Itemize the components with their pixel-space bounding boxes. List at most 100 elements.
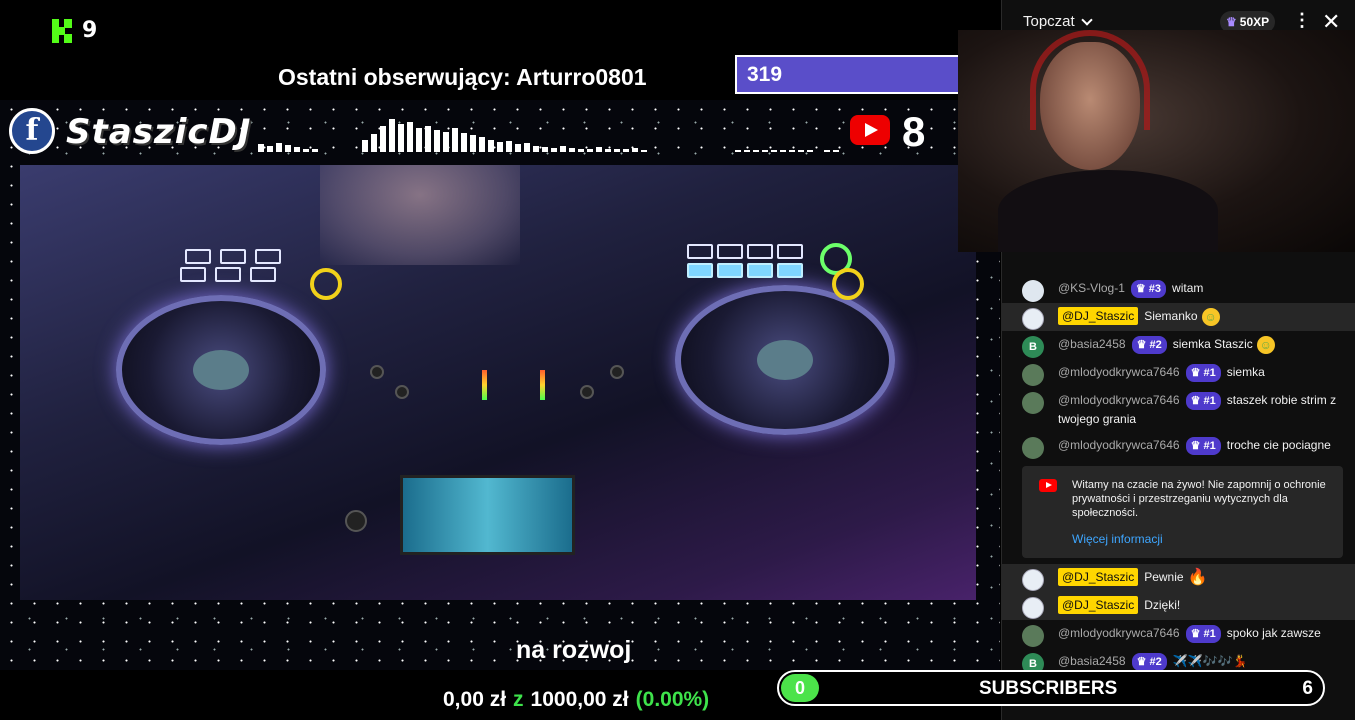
smiley-icon: ☺ (1201, 307, 1220, 326)
youtube-icon (850, 115, 890, 145)
message-text: siemka (1226, 365, 1265, 379)
brand-logo-text: StaszicDJ (66, 112, 252, 152)
rank-badge: ♛ #1 (1185, 392, 1221, 410)
author-name[interactable]: @KS-Vlog-1 (1058, 281, 1125, 295)
author-name[interactable]: @basia2458 (1058, 337, 1126, 351)
message-text: Siemanko (1144, 309, 1198, 323)
facebook-icon: f (9, 108, 55, 154)
counter-box: 319 (735, 55, 961, 94)
more-info-link[interactable]: Więcej informacji (1072, 532, 1329, 546)
message-text: spoko jak zawsze (1226, 626, 1321, 640)
crown-icon: ♛ (1226, 15, 1237, 29)
chat-message-list[interactable]: @KS-Vlog-1 ♛ #3 witam @DJ_Staszic Siemanko ☺ B… (1001, 275, 1355, 676)
message-text: ✈️✈️🎶🎶💃 (1172, 654, 1248, 668)
smiley-icon: ☺ (1256, 335, 1275, 354)
rank-badge-text: #2 (1149, 656, 1162, 668)
webcam-person-body (998, 170, 1218, 252)
crown-icon: ♛ (1190, 395, 1204, 407)
last-follower-label: Ostatni obserwujący: Arturro0801 (278, 64, 647, 90)
crown-icon: ♛ (1190, 628, 1204, 640)
chat-mode-label: Topczat (1023, 13, 1075, 30)
right-jog-wheel (675, 285, 895, 435)
owner-author-name[interactable]: @DJ_Staszic (1058, 596, 1139, 614)
message-text: witam (1172, 281, 1204, 295)
chat-message[interactable]: @DJ_Staszic Siemanko ☺ (1001, 303, 1355, 331)
chat-message[interactable]: @KS-Vlog-1 ♛ #3 witam (1001, 275, 1355, 303)
subscribers-label: SUBSCRIBERS (979, 678, 1118, 699)
rank-badge: ♛ #1 (1185, 437, 1221, 455)
notice-text: Witamy na czacie na żywo! Nie zapomnij o… (1072, 479, 1326, 519)
avatar[interactable] (1022, 597, 1044, 619)
crown-icon: ♛ (1190, 440, 1204, 452)
audio-visualizer-right (735, 116, 839, 152)
chat-message[interactable]: @mlodyodkrywca7646 ♛ #1 staszek robie stri… (1001, 387, 1355, 432)
rank-badge: ♛ #1 (1185, 625, 1221, 643)
chat-message[interactable]: @DJ_Staszic Pewnie 🔥 (1001, 564, 1355, 592)
more-options-icon[interactable]: ⋮ (1293, 10, 1311, 31)
donation-caption: na rozwoj (516, 636, 632, 664)
chat-message[interactable]: B @basia2458 ♛ #2 siemka Staszic ☺ (1001, 331, 1355, 359)
avatar[interactable] (1022, 280, 1044, 302)
rank-badge-text: #1 (1203, 395, 1216, 407)
owner-author-name[interactable]: @DJ_Staszic (1058, 568, 1139, 586)
left-jog-wheel (116, 295, 326, 445)
youtube-viewer-count: 8 (902, 108, 926, 155)
owner-author-name[interactable]: @DJ_Staszic (1058, 307, 1139, 325)
author-name[interactable]: @basia2458 (1058, 654, 1126, 668)
donation-current: 0,00 zł (443, 688, 507, 711)
chat-message[interactable]: @DJ_Staszic Dzięki! (1001, 592, 1355, 620)
rank-badge: ♛ #3 (1130, 280, 1167, 298)
avatar[interactable] (1022, 625, 1044, 647)
crown-icon: ♛ (1190, 367, 1204, 379)
kick-logo-icon (52, 18, 72, 43)
avatar[interactable]: B (1022, 336, 1044, 358)
audio-visualizer-center (362, 116, 647, 152)
chat-message[interactable]: @mlodyodkrywca7646 ♛ #1 siemka (1001, 359, 1355, 387)
donation-percent: (0.00%) (635, 688, 710, 711)
rank-badge: ♛ #1 (1185, 364, 1221, 382)
dj-camera-video (20, 165, 976, 600)
chat-message[interactable]: @mlodyodkrywca7646 ♛ #1 spoko jak zawsze (1001, 620, 1355, 648)
message-text: troche cie pociagne (1226, 438, 1331, 452)
webcam-overlay (958, 30, 1355, 252)
crown-icon: ♛ (1136, 656, 1150, 668)
donation-separator: z (513, 688, 524, 711)
avatar[interactable] (1022, 308, 1044, 330)
author-name[interactable]: @mlodyodkrywca7646 (1058, 438, 1180, 452)
subscribers-goal: 6 (1302, 678, 1313, 699)
rank-badge-text: #1 (1203, 628, 1216, 640)
message-text: Dzięki! (1144, 598, 1181, 612)
headset-icon (1030, 30, 1150, 130)
rank-badge-text: #1 (1203, 440, 1216, 452)
rank-badge-text: #1 (1203, 367, 1216, 379)
youtube-icon (1039, 479, 1057, 492)
xp-value: 50XP (1239, 15, 1270, 29)
chat-mode-dropdown[interactable]: Topczat (1023, 13, 1093, 30)
avatar[interactable] (1022, 569, 1044, 591)
kick-viewer-count: 9 (82, 18, 98, 43)
avatar[interactable] (1022, 437, 1044, 459)
fire-icon: 🔥 (1187, 568, 1208, 586)
author-name[interactable]: @mlodyodkrywca7646 (1058, 626, 1180, 640)
dj-hand (320, 165, 520, 265)
kick-viewer-counter: 9 (52, 18, 97, 43)
subscribers-progress-bar: 0 SUBSCRIBERS 6 (777, 670, 1325, 706)
author-name[interactable]: @mlodyodkrywca7646 (1058, 393, 1180, 407)
mixer-screen (400, 475, 575, 555)
avatar[interactable] (1022, 364, 1044, 386)
rank-badge: ♛ #2 (1131, 336, 1167, 354)
rank-badge: ♛ #2 (1131, 653, 1167, 671)
rank-badge-text: #2 (1149, 339, 1162, 351)
chat-message[interactable]: @mlodyodkrywca7646 ♛ #1 troche cie pociagn… (1001, 432, 1355, 460)
chat-welcome-notice: Witamy na czacie na żywo! Nie zapomnij o… (1022, 466, 1343, 558)
donation-goal-amount: 1000,00 zł (530, 688, 629, 711)
subscribers-current: 0 (781, 674, 819, 702)
avatar[interactable] (1022, 392, 1044, 414)
rank-badge-text: #3 (1148, 283, 1162, 295)
author-name[interactable]: @mlodyodkrywca7646 (1058, 365, 1180, 379)
message-text: Pewnie (1144, 570, 1184, 584)
stream-window: 9 Ostatni obserwujący: Arturro0801 319 f… (0, 0, 1355, 720)
donation-goal: 0,00 zł z 1000,00 zł (0.00%) (443, 688, 709, 712)
audio-visualizer-left (258, 116, 318, 152)
chevron-down-icon (1081, 13, 1093, 26)
